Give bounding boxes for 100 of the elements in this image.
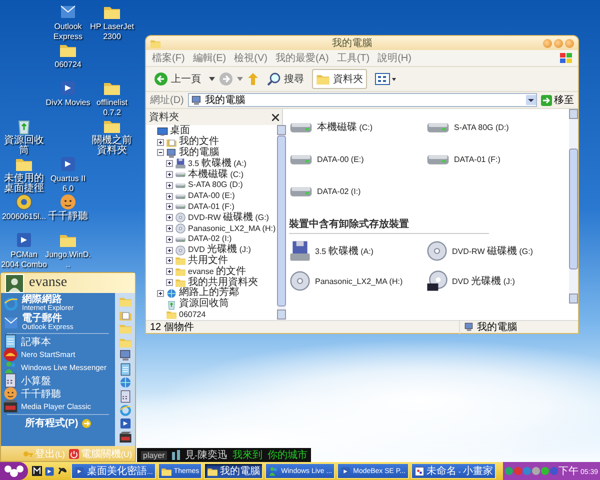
drive-label[interactable]: DVD 光碟機 (J:): [452, 274, 515, 288]
envelope-icon: [3, 314, 19, 330]
disc-drive-icon: [175, 212, 186, 224]
application-icon[interactable]: [59, 155, 77, 173]
tree-item[interactable]: 我的電腦: [179, 148, 219, 158]
folder-icon: [207, 466, 218, 476]
desktop-icon-label[interactable]: DivX Movies: [45, 98, 91, 108]
desktop-icon-label[interactable]: HP LaserJet 2300: [89, 22, 135, 42]
tree-item[interactable]: DVD 光碟機 (J:): [188, 245, 251, 256]
application-icon[interactable]: [59, 79, 77, 97]
disc-drive-icon[interactable]: [426, 240, 448, 262]
drive-label[interactable]: 本機磁碟 (C:): [317, 120, 373, 134]
start-button[interactable]: [0, 462, 28, 480]
tree-item[interactable]: 網路上的芳鄰: [179, 288, 239, 298]
desktop-icon-label[interactable]: 060724: [45, 60, 91, 70]
drive-label[interactable]: DATA-02 (I:): [317, 186, 361, 196]
menu-item[interactable]: 檔案(F): [152, 51, 185, 65]
application-icon[interactable]: [118, 417, 132, 430]
menu-item[interactable]: 工具(T): [336, 51, 370, 65]
calculator-icon[interactable]: [118, 390, 132, 403]
drive-label[interactable]: S-ATA 80G (D:): [454, 122, 509, 132]
tree-item[interactable]: evanse 的文件: [188, 266, 246, 277]
application-icon[interactable]: [15, 231, 33, 249]
drive-label[interactable]: Panasonic_LX2_MA (H:): [315, 276, 403, 286]
disc-icon[interactable]: [15, 193, 33, 211]
expand-icon[interactable]: [166, 257, 173, 264]
notepad-icon[interactable]: [118, 362, 132, 376]
desktop-icon-label[interactable]: Quartus II 6.0: [45, 174, 91, 194]
tree-item[interactable]: S-ATA 80G (D:): [188, 180, 243, 190]
tree-item[interactable]: 我的文件: [179, 137, 219, 148]
notepad-icon: [3, 334, 18, 349]
expand-icon[interactable]: [166, 160, 173, 168]
tree-item[interactable]: Panasonic_LX2_MA (H:): [188, 224, 276, 234]
windows-flag-icon: [560, 53, 572, 63]
disc-drive-icon[interactable]: [289, 270, 311, 292]
application-icon: [74, 466, 85, 476]
desktop-icon-label[interactable]: offlinelist 0.7.2: [89, 98, 135, 118]
tree-item[interactable]: 資源回收筒: [179, 299, 229, 310]
expand-icon[interactable]: [166, 171, 173, 178]
expand-icon[interactable]: [157, 290, 164, 297]
flame-icon: [3, 347, 18, 362]
floppy-drive-icon[interactable]: [289, 240, 311, 262]
expand-icon[interactable]: [166, 236, 173, 243]
desktop-icon-label[interactable]: 資源回收筒: [1, 136, 47, 156]
search-button[interactable]: 搜尋: [263, 69, 308, 89]
swirl-icon[interactable]: [57, 466, 67, 476]
tree-item[interactable]: 本機磁碟 (C:): [188, 170, 244, 180]
letter-m-icon: [32, 466, 42, 476]
folders-button[interactable]: 資料夾: [312, 69, 367, 89]
program-item[interactable]: 小算盤: [3, 374, 113, 387]
drive-label[interactable]: DATA-01 (F:): [454, 154, 500, 164]
taskbar-button[interactable]: 我的電腦: [204, 463, 264, 479]
desktop-icon-label[interactable]: 未使用的桌面捷徑: [1, 174, 47, 194]
expand-icon[interactable]: [166, 182, 173, 189]
drive-label[interactable]: DVD-RW 磁碟機 (G:): [452, 244, 533, 258]
tree-item[interactable]: DATA-00 (E:): [188, 191, 235, 202]
program-item[interactable]: 記事本: [3, 335, 113, 348]
browser-icon: [3, 296, 19, 312]
desktop-icon-label[interactable]: 關機之前資料夾: [89, 136, 135, 156]
desktop-icon-label[interactable]: Outlook Express: [45, 22, 91, 42]
menu-item[interactable]: 編輯(E): [192, 51, 226, 65]
desktop-icon-label[interactable]: 千千靜聽: [45, 212, 91, 222]
collapse-icon[interactable]: [157, 149, 164, 156]
tree-item[interactable]: 060724: [179, 310, 206, 320]
drive-label[interactable]: DATA-00 (E:): [317, 154, 364, 164]
expand-icon[interactable]: [166, 192, 173, 200]
clapperboard-icon[interactable]: [118, 430, 132, 444]
expand-icon[interactable]: [166, 279, 173, 286]
address-field[interactable]: 我的電腦: [188, 93, 537, 107]
expand-icon[interactable]: [166, 214, 173, 222]
tree-item[interactable]: DVD-RW 磁碟機 (G:): [188, 212, 269, 223]
tree-item[interactable]: 3.5 軟碟機 (A:): [188, 158, 246, 169]
program-item[interactable]: 千千靜聽: [3, 387, 113, 400]
back-button[interactable]: 上一頁: [150, 69, 205, 89]
menu-item[interactable]: 我的最愛(A): [275, 51, 329, 65]
tree-item[interactable]: DATA-01 (F:): [188, 202, 234, 212]
expand-icon[interactable]: [166, 203, 173, 210]
menu-item[interactable]: 說明(H): [378, 51, 412, 65]
application-icon[interactable]: [44, 466, 55, 476]
menu-item[interactable]: 檢視(V): [234, 51, 268, 65]
computer-icon: [190, 94, 202, 106]
tree-item[interactable]: 我的共用資料夾: [188, 278, 258, 288]
all-programs-button[interactable]: 所有程式(P): [3, 416, 113, 430]
status-location: 我的電腦: [477, 320, 517, 334]
drive-label[interactable]: 3.5 軟碟機 (A:): [315, 244, 374, 258]
envelope-icon[interactable]: [59, 3, 77, 21]
desktop-icon-label[interactable]: 20060615l...: [1, 212, 47, 222]
tree-item[interactable]: 桌面: [170, 126, 190, 136]
expand-icon[interactable]: [157, 138, 164, 146]
expand-icon[interactable]: [166, 225, 173, 232]
go-button[interactable]: 移至: [541, 93, 574, 107]
tree-item[interactable]: DATA-02 (I:): [188, 234, 232, 244]
computer-icon[interactable]: [118, 349, 132, 362]
equalizer-icon: [172, 450, 180, 460]
cartoon-face-icon[interactable]: [59, 193, 77, 211]
tree-item[interactable]: 共用文件: [188, 256, 228, 266]
expand-icon[interactable]: [166, 246, 173, 254]
dvd-drive-icon[interactable]: [426, 270, 448, 292]
expand-icon[interactable]: [166, 268, 173, 276]
mouse-ears-logo-icon: [4, 465, 24, 477]
